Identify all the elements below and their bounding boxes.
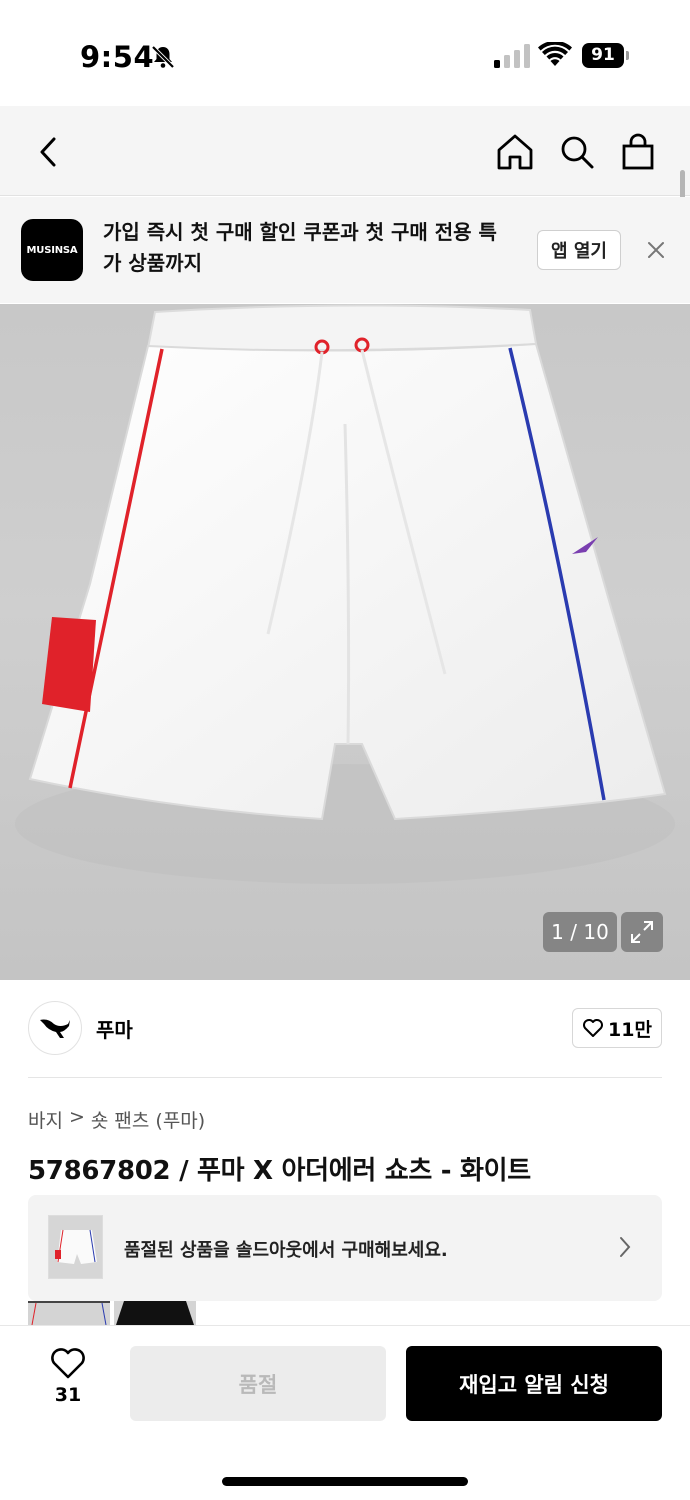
status-bar: 9:54 91: [0, 0, 690, 106]
breadcrumb-category[interactable]: 바지: [28, 1106, 63, 1133]
soldout-button: 품절: [130, 1346, 386, 1421]
breadcrumb-separator: >: [68, 1106, 85, 1128]
color-swatch-white[interactable]: [28, 1301, 110, 1325]
promo-message: 가입 즉시 첫 구매 할인 쿠폰과 첫 구매 전용 특가 상품까지: [103, 220, 497, 275]
brand-logo[interactable]: [28, 1001, 82, 1055]
puma-logo-icon: [40, 1019, 70, 1038]
wifi-icon: [538, 42, 572, 66]
wishlist-count: 31: [54, 1384, 82, 1406]
restock-alert-button[interactable]: 재입고 알림 신청: [406, 1346, 662, 1421]
expand-image-button[interactable]: [621, 912, 663, 952]
home-button[interactable]: [493, 130, 537, 174]
chevron-left-icon: [40, 137, 56, 167]
search-icon: [561, 136, 594, 169]
battery-tip: [626, 51, 629, 60]
heart-icon: [583, 1019, 604, 1037]
home-indicator[interactable]: [222, 1477, 468, 1486]
soldout-promo-card[interactable]: 품절된 상품을 솔드아웃에서 구매해보세요.: [28, 1195, 662, 1301]
back-button[interactable]: [26, 130, 70, 174]
divider: [28, 1077, 662, 1078]
shorts-illustration: [15, 304, 675, 884]
bell-muted-icon: [151, 45, 175, 69]
breadcrumb-subcategory[interactable]: 숏 팬츠 (푸마): [91, 1106, 205, 1133]
app-promo-banner: MUSINSA 가입 즉시 첫 구매 할인 쿠폰과 첫 구매 전용 특가 상품까…: [0, 197, 690, 303]
home-icon: [497, 134, 533, 170]
close-icon[interactable]: [644, 238, 668, 262]
image-counter: 1 / 10: [543, 912, 617, 952]
brand-name[interactable]: 푸마: [96, 1014, 133, 1043]
cart-button[interactable]: [616, 130, 660, 174]
status-time: 9:54: [80, 40, 155, 74]
musinsa-logo: MUSINSA: [21, 219, 83, 281]
top-nav-bar: [0, 106, 690, 196]
soldout-message: 품절된 상품을 솔드아웃에서 구매해보세요.: [124, 1240, 448, 1261]
brand-like-button[interactable]: 11만: [572, 1008, 662, 1048]
color-swatch-black[interactable]: [114, 1301, 196, 1325]
shopping-bag-icon: [622, 133, 654, 170]
open-app-button[interactable]: 앱 열기: [537, 230, 621, 270]
wishlist-button[interactable]: 31: [40, 1348, 96, 1418]
cellular-signal-icon: [494, 44, 530, 68]
search-button[interactable]: [555, 130, 599, 174]
heart-icon: [51, 1348, 85, 1379]
brand-like-count: 11만: [608, 1018, 652, 1041]
breadcrumb: 바지 > 숏 팬츠 (푸마): [28, 1106, 205, 1133]
battery-indicator: 91: [582, 43, 624, 68]
chevron-right-icon: [620, 1237, 631, 1257]
expand-icon: [631, 921, 653, 943]
product-title: 57867802 / 푸마 X 아더에러 쇼츠 - 화이트: [28, 1156, 531, 1186]
product-image[interactable]: [0, 304, 690, 980]
product-thumbnail: [48, 1215, 103, 1279]
